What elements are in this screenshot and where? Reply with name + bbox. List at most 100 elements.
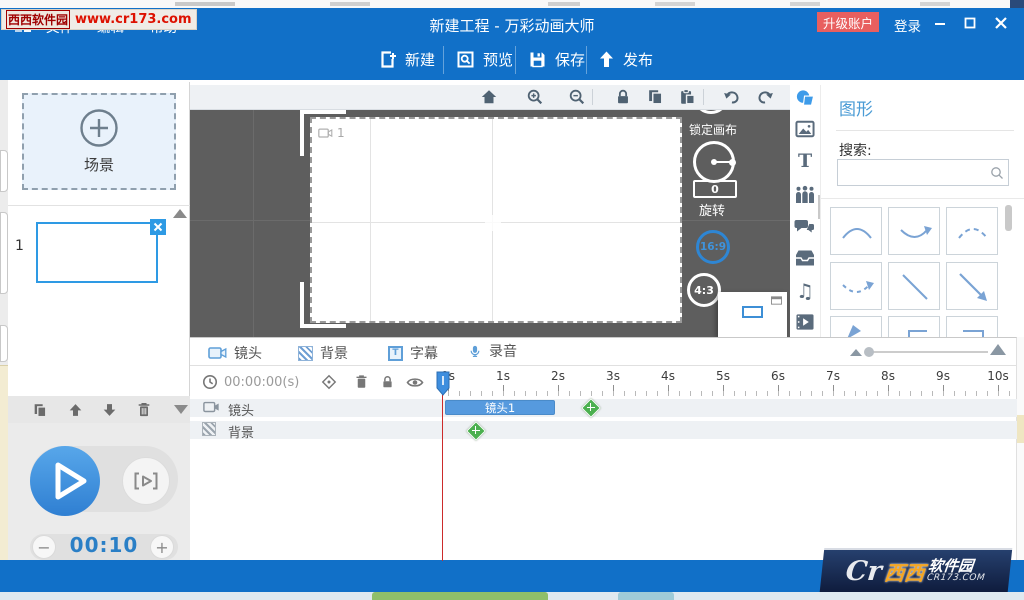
visibility-eye-icon[interactable] — [406, 375, 424, 390]
timeline-tab-background[interactable]: 背景 — [298, 343, 348, 363]
tab-characters[interactable] — [794, 184, 816, 204]
shape-tile-dashed-arc[interactable] — [946, 207, 998, 255]
scene-list-divider — [8, 205, 190, 206]
camera-track-row[interactable] — [190, 399, 1017, 417]
scene-scroll-down[interactable] — [174, 405, 188, 414]
upgrade-account-button[interactable]: 升级账户 — [817, 12, 879, 32]
play-button[interactable] — [30, 446, 100, 516]
canvas[interactable]: 1 — [310, 117, 682, 323]
ratio-4-3-button[interactable]: 4:3 — [687, 273, 721, 307]
background-track-row[interactable] — [190, 421, 1017, 439]
subtitle-icon: T — [388, 346, 403, 361]
scene-thumbnail[interactable] — [36, 222, 158, 283]
tab-record-label: 录音 — [489, 341, 517, 361]
maximize-button[interactable] — [960, 14, 980, 32]
redo-icon[interactable] — [756, 88, 775, 106]
add-keyframe-button[interactable] — [582, 399, 599, 416]
scene-number: 1 — [15, 238, 24, 254]
tab-video[interactable] — [795, 313, 815, 331]
delete-scene-icon[interactable] — [136, 401, 152, 418]
playhead-handle[interactable] — [436, 371, 450, 396]
timeline-zoom-out-icon[interactable] — [850, 349, 862, 356]
shape-tile-pointer[interactable] — [830, 316, 882, 337]
shape-tile-corner-up[interactable] — [888, 316, 940, 337]
shape-tile-arrow[interactable] — [946, 262, 998, 310]
undo-icon[interactable] — [722, 88, 741, 106]
shape-tile-corner-right[interactable] — [946, 316, 998, 337]
publish-button[interactable]: 发布 — [598, 48, 653, 70]
scene-delete-button[interactable] — [150, 219, 166, 235]
lock-icon[interactable] — [614, 88, 632, 106]
add-scene-button[interactable]: 场景 — [22, 93, 176, 190]
play-icon — [30, 446, 100, 516]
home-icon[interactable] — [480, 88, 498, 106]
login-button[interactable]: 登录 — [894, 15, 921, 35]
duration-plus-button[interactable]: + — [150, 535, 174, 559]
duplicate-scene-icon[interactable] — [32, 402, 48, 418]
canvas-navigator-popup[interactable] — [718, 292, 787, 337]
delete-keyframe-icon[interactable] — [354, 373, 369, 390]
scene-scroll-up[interactable] — [173, 209, 187, 218]
publish-label: 发布 — [623, 49, 653, 70]
tab-music[interactable]: ♫ — [796, 279, 814, 303]
shapes-scrollbar[interactable] — [1005, 205, 1012, 231]
stage: 1 锁定画布 0 旋转 16:9 4:3 — [190, 110, 790, 337]
shape-search-input[interactable] — [840, 162, 989, 185]
toolbar-divider — [443, 46, 444, 74]
zoom-out-icon[interactable] — [568, 88, 586, 106]
locate-keyframe-icon[interactable] — [321, 374, 337, 390]
duration-minus-button[interactable]: − — [32, 535, 56, 559]
timeline-zoom-knob[interactable] — [864, 347, 874, 357]
zoom-in-icon[interactable] — [526, 88, 544, 106]
shape-tile-dashed-curve-arrow[interactable] — [830, 262, 882, 310]
rotate-value-box[interactable]: 0 — [693, 180, 737, 198]
new-project-button[interactable]: 新建 — [378, 48, 435, 70]
timeline-zoom-in-icon[interactable] — [990, 344, 1006, 355]
close-button[interactable] — [991, 14, 1011, 32]
timeline-zoom-slider[interactable] — [868, 351, 988, 353]
navigator-viewport-rect[interactable] — [742, 306, 763, 318]
timeline-tab-camera[interactable]: 镜头 — [208, 343, 262, 363]
tab-text[interactable]: T — [798, 150, 812, 172]
lock-canvas-label: 锁定画布 — [689, 121, 749, 138]
ruler-label: 2s — [551, 369, 565, 383]
line-icon — [889, 263, 941, 311]
watermark-logo-cr: Cr — [844, 556, 883, 587]
lock-track-icon[interactable] — [380, 374, 395, 390]
tab-images[interactable] — [795, 120, 815, 138]
tab-shapes[interactable] — [795, 88, 816, 109]
add-keyframe-button[interactable] — [467, 422, 484, 439]
panel-divider — [821, 198, 1024, 199]
pan-dial-partial[interactable] — [693, 110, 729, 114]
paste-icon[interactable] — [678, 88, 696, 106]
tab-subtitle-label: 字幕 — [410, 343, 438, 363]
timeline-tab-record[interactable]: 录音 — [468, 341, 517, 361]
save-button[interactable]: 保存 — [528, 48, 585, 70]
timeline-tab-subtitle[interactable]: T 字幕 — [388, 343, 438, 363]
ruler-minor-ticks[interactable] — [448, 391, 1014, 396]
preview-button[interactable]: 预览 — [456, 48, 513, 70]
copy-icon[interactable] — [646, 88, 664, 106]
speech-bubbles-icon — [794, 217, 816, 236]
shape-tile-line[interactable] — [888, 262, 940, 310]
move-scene-up-icon[interactable] — [68, 402, 83, 418]
canvas-toolbar — [190, 85, 790, 110]
move-scene-down-icon[interactable] — [102, 402, 117, 418]
window-fragment — [175, 2, 235, 6]
scene-duration-value: 00:10 — [60, 533, 148, 557]
preview-from-here-button[interactable] — [122, 457, 170, 505]
shape-tile-curve-arrow[interactable] — [888, 207, 940, 255]
camera-clip[interactable]: 镜头1 — [445, 400, 555, 415]
rotate-dial[interactable] — [693, 141, 735, 183]
window-fragment — [0, 212, 8, 294]
rotate-dial-handle[interactable] — [729, 159, 736, 166]
search-icon[interactable] — [990, 166, 1004, 180]
tab-dialog[interactable] — [794, 217, 816, 236]
shape-tile-arc[interactable] — [830, 207, 882, 255]
panel-window-icon[interactable] — [771, 296, 782, 305]
tab-props[interactable] — [794, 249, 816, 267]
window-fragment — [330, 2, 370, 6]
watermark-site-name: 西西软件园 — [6, 10, 70, 29]
minimize-button[interactable] — [930, 14, 950, 32]
ratio-16-9-button[interactable]: 16:9 — [696, 230, 730, 264]
